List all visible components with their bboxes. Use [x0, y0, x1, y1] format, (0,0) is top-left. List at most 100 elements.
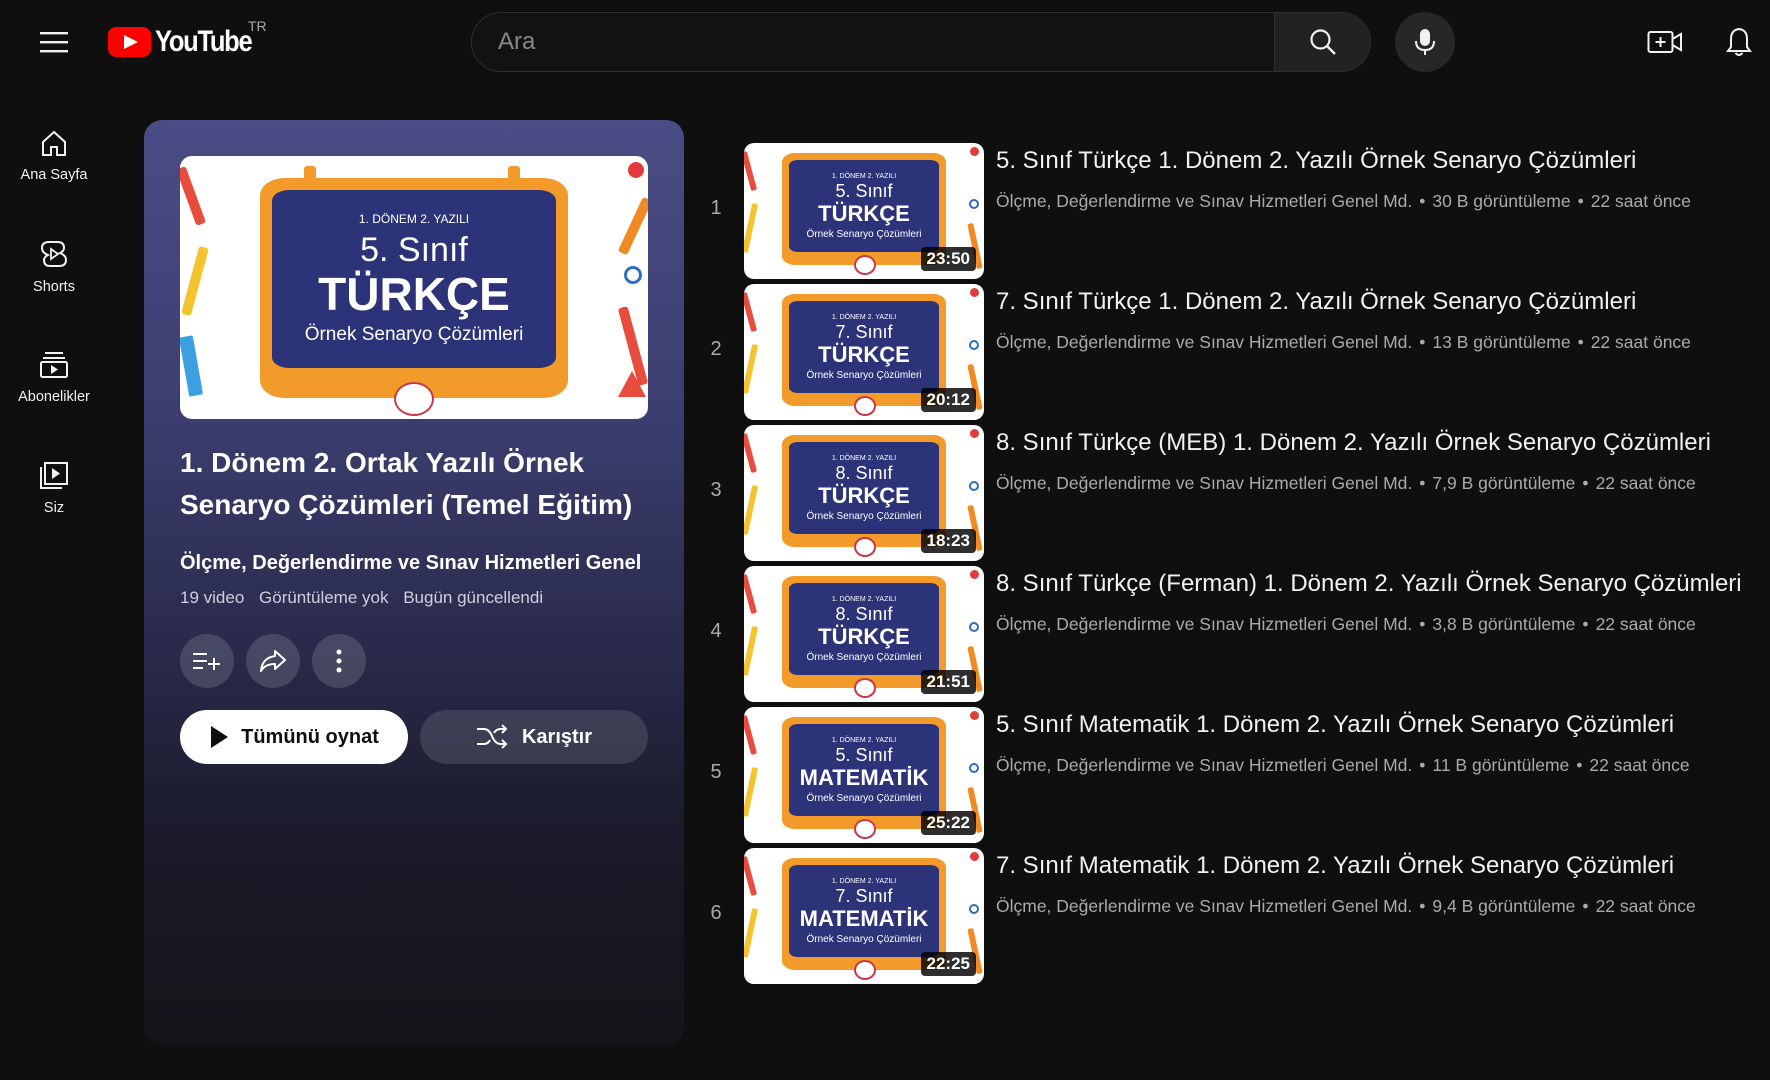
meb-seal-icon	[394, 382, 434, 416]
video-age: 22 saat önce	[1590, 332, 1691, 352]
more-actions-button[interactable]	[312, 634, 366, 688]
video-channel[interactable]: Ölçme, Değerlendirme ve Sınav Hizmetleri…	[996, 191, 1412, 211]
playlist-video-row[interactable]: 2 1. DÖNEM 2. YAZILI 7. Sınıf TÜRKÇE Örn…	[700, 284, 1760, 420]
search-button[interactable]	[1274, 13, 1370, 71]
playlist-video-row[interactable]: 5 1. DÖNEM 2. YAZILI 5. Sınıf MATEMATİK …	[700, 707, 1760, 843]
apple-decoration-icon	[970, 852, 979, 861]
playlist-views: Görüntüleme yok	[259, 588, 389, 607]
thumb-grade-text: 7. Sınıf	[835, 885, 893, 906]
video-duration: 20:12	[920, 388, 976, 412]
playlist-owner[interactable]: Ölçme, Değerlendirme ve Sınav Hizmetleri…	[180, 552, 641, 575]
menu-button[interactable]	[30, 20, 78, 64]
thumb-subtitle-text: Örnek Senaryo Çözümleri	[806, 369, 922, 381]
pencil-decoration-icon	[744, 766, 759, 818]
notifications-button[interactable]	[1714, 20, 1764, 64]
shuffle-label: Karıştır	[521, 725, 593, 748]
video-thumbnail[interactable]: 1. DÖNEM 2. YAZILI 5. Sınıf MATEMATİK Ör…	[744, 707, 984, 843]
video-channel[interactable]: Ölçme, Değerlendirme ve Sınav Hizmetleri…	[996, 896, 1412, 916]
pencil-decoration-icon	[744, 625, 759, 677]
video-title[interactable]: 7. Sınıf Matematik 1. Dönem 2. Yazılı Ör…	[996, 852, 1674, 880]
thumb-subtitle-text: Örnek Senaryo Çözümleri	[806, 933, 922, 945]
video-thumbnail[interactable]: 1. DÖNEM 2. YAZILI 8. Sınıf TÜRKÇE Örnek…	[744, 566, 984, 702]
meb-seal-icon	[854, 255, 876, 275]
video-age: 22 saat önce	[1589, 755, 1690, 775]
video-thumbnail[interactable]: 1. DÖNEM 2. YAZILI 7. Sınıf MATEMATİK Ör…	[744, 848, 984, 984]
create-button[interactable]	[1640, 20, 1690, 64]
apple-decoration-icon	[628, 162, 644, 178]
nav-subscriptions[interactable]: Abonelikler	[0, 322, 108, 433]
playlist-title: 1. Dönem 2. Ortak Yazılı Örnek Senaryo Ç…	[180, 447, 633, 520]
thumb-subtitle-text: Örnek Senaryo Çözümleri	[806, 510, 922, 522]
nav-you-label: Siz	[43, 499, 65, 516]
video-index: 1	[710, 197, 722, 219]
pencil-decoration-icon	[744, 714, 758, 756]
shuffle-button[interactable]: Karıştır	[420, 710, 648, 764]
nav-home[interactable]: Ana Sayfa	[0, 100, 108, 211]
youtube-play-logo-icon	[108, 27, 151, 57]
thumbnail-board-panel: 1. DÖNEM 2. YAZILI 5. Sınıf TÜRKÇE Örnek…	[272, 190, 556, 368]
video-channel[interactable]: Ölçme, Değerlendirme ve Sınav Hizmetleri…	[996, 332, 1412, 352]
video-channel[interactable]: Ölçme, Değerlendirme ve Sınav Hizmetleri…	[996, 755, 1412, 775]
pencil-decoration-icon	[744, 291, 758, 333]
video-title[interactable]: 7. Sınıf Türkçe 1. Dönem 2. Yazılı Örnek…	[996, 288, 1636, 316]
nav-shorts[interactable]: Shorts	[0, 211, 108, 322]
video-title[interactable]: 8. Sınıf Türkçe (Ferman) 1. Dönem 2. Yaz…	[996, 570, 1742, 598]
shuffle-icon	[476, 724, 508, 749]
home-icon	[42, 130, 66, 156]
board-hook-icon	[508, 166, 520, 180]
thumbnail-board-panel: 1. DÖNEM 2. YAZILI 8. Sınıf TÜRKÇE Örnek…	[789, 442, 939, 534]
playlist-video-row[interactable]: 3 1. DÖNEM 2. YAZILI 8. Sınıf TÜRKÇE Örn…	[700, 425, 1760, 561]
video-thumbnail[interactable]: 1. DÖNEM 2. YAZILI 8. Sınıf TÜRKÇE Örnek…	[744, 425, 984, 561]
play-icon	[211, 726, 229, 748]
nav-you[interactable]: Siz	[0, 433, 108, 544]
apple-decoration-icon	[970, 570, 979, 579]
video-duration: 22:25	[920, 952, 976, 976]
thumb-grade-text: 7. Sınıf	[835, 321, 893, 342]
playlist-video-row[interactable]: 1 1. DÖNEM 2. YAZILI 5. Sınıf TÜRKÇE Örn…	[700, 143, 1760, 279]
video-title[interactable]: 5. Sınıf Türkçe 1. Dönem 2. Yazılı Örnek…	[996, 147, 1636, 175]
video-views: 11 B görüntüleme	[1432, 755, 1570, 775]
video-age: 22 saat önce	[1595, 614, 1696, 634]
youtube-logo[interactable]: YouTube	[108, 22, 268, 62]
separator-dot: •	[1419, 332, 1426, 352]
separator-dot: •	[1419, 896, 1426, 916]
more-vertical-icon	[336, 649, 342, 673]
playlist-video-row[interactable]: 6 1. DÖNEM 2. YAZILI 7. Sınıf MATEMATİK …	[700, 848, 1760, 984]
thumbnail-board-panel: 1. DÖNEM 2. YAZILI 5. Sınıf TÜRKÇE Örnek…	[789, 160, 939, 252]
pencil-decoration-icon	[744, 907, 759, 959]
pencil-decoration-icon	[744, 484, 759, 536]
save-playlist-button[interactable]	[180, 634, 234, 688]
video-age: 22 saat önce	[1595, 473, 1696, 493]
subscriptions-icon	[40, 351, 68, 378]
award-decoration-icon	[969, 199, 979, 209]
thumb-term-text: 1. DÖNEM 2. YAZILI	[831, 313, 897, 321]
video-views: 30 B görüntüleme	[1432, 191, 1571, 211]
share-button[interactable]	[246, 634, 300, 688]
pencil-decoration-icon	[744, 432, 758, 474]
playlist-video-row[interactable]: 4 1. DÖNEM 2. YAZILI 8. Sınıf TÜRKÇE Örn…	[700, 566, 1760, 702]
video-index: 6	[710, 902, 722, 924]
video-title[interactable]: 8. Sınıf Türkçe (MEB) 1. Dönem 2. Yazılı…	[996, 429, 1711, 457]
voice-search-button[interactable]	[1395, 12, 1455, 72]
pencil-decoration-icon	[744, 343, 759, 395]
playlist-thumbnail[interactable]: 1. DÖNEM 2. YAZILI 5. Sınıf TÜRKÇE Örnek…	[180, 156, 648, 419]
search-input[interactable]	[472, 13, 1274, 71]
video-channel[interactable]: Ölçme, Değerlendirme ve Sınav Hizmetleri…	[996, 614, 1412, 634]
thumb-subject-text: TÜRKÇE	[818, 341, 910, 367]
video-meta: Ölçme, Değerlendirme ve Sınav Hizmetleri…	[996, 332, 1691, 353]
video-thumbnail[interactable]: 1. DÖNEM 2. YAZILI 5. Sınıf TÜRKÇE Örnek…	[744, 143, 984, 279]
video-title[interactable]: 5. Sınıf Matematik 1. Dönem 2. Yazılı Ör…	[996, 711, 1674, 739]
video-index: 3	[710, 479, 722, 501]
video-channel[interactable]: Ölçme, Değerlendirme ve Sınav Hizmetleri…	[996, 473, 1412, 493]
pencil-decoration-icon	[181, 245, 209, 317]
meb-seal-icon	[854, 960, 876, 980]
video-views: 3,8 B görüntüleme	[1432, 614, 1576, 634]
top-bar: YouTube TR	[0, 0, 1770, 84]
play-all-button[interactable]: Tümünü oynat	[180, 710, 408, 764]
video-thumbnail[interactable]: 1. DÖNEM 2. YAZILI 7. Sınıf TÜRKÇE Örnek…	[744, 284, 984, 420]
video-duration: 21:51	[920, 670, 976, 694]
video-meta: Ölçme, Değerlendirme ve Sınav Hizmetleri…	[996, 755, 1690, 776]
thumbnail-board-panel: 1. DÖNEM 2. YAZILI 7. Sınıf MATEMATİK Ör…	[789, 865, 939, 957]
thumb-term-text: 1. DÖNEM 2. YAZILI	[831, 454, 897, 462]
thumbnail-board-panel: 1. DÖNEM 2. YAZILI 8. Sınıf TÜRKÇE Örnek…	[789, 583, 939, 675]
